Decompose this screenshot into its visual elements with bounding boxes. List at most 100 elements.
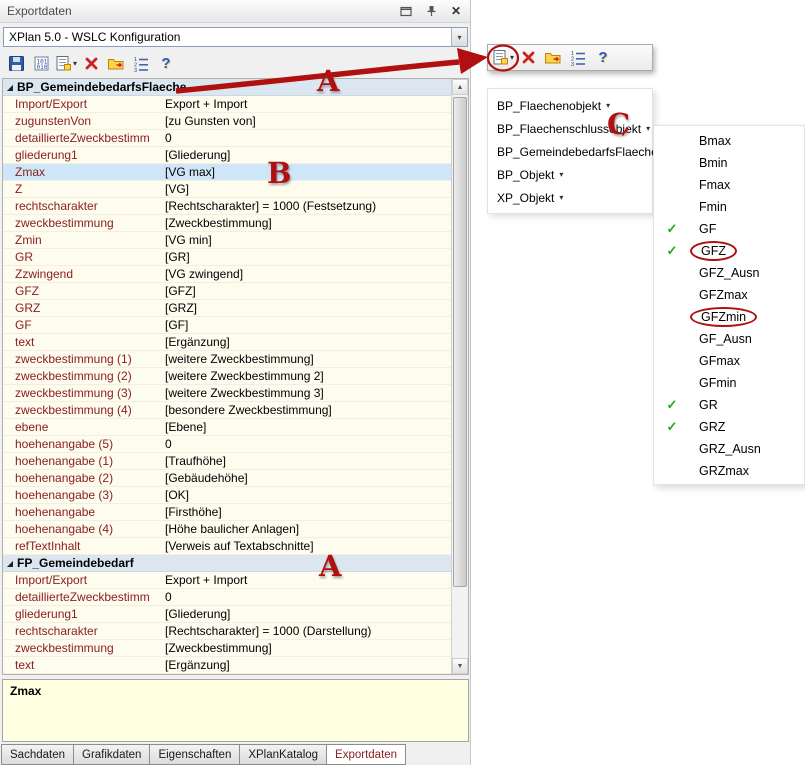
- vertical-scrollbar[interactable]: ▲ ▼: [451, 79, 468, 674]
- attribute-menu-item[interactable]: GFmin: [654, 372, 804, 394]
- grid-row[interactable]: text[Ergänzung]: [3, 657, 451, 674]
- scroll-down-icon[interactable]: ▼: [452, 658, 468, 674]
- grid-row[interactable]: zweckbestimmung (2)[weitere Zweckbestimm…: [3, 368, 451, 385]
- grid-row[interactable]: detaillierteZweckbestimm0: [3, 130, 451, 147]
- grid-row[interactable]: Zmax[VG max]: [3, 164, 451, 181]
- help-button[interactable]: ?: [592, 47, 614, 69]
- grid-row[interactable]: refTextInhalt[Verweis auf Textabschnitte…: [3, 538, 451, 555]
- tab-eigenschaften[interactable]: Eigenschaften: [150, 744, 240, 765]
- chevron-down-icon[interactable]: ▾: [510, 53, 514, 62]
- help-button[interactable]: ?: [155, 53, 177, 75]
- export-data-button[interactable]: 101010: [30, 53, 52, 75]
- grid-row[interactable]: hoehenangabe[Firsthöhe]: [3, 504, 451, 521]
- grid-row[interactable]: GRZ[GRZ]: [3, 300, 451, 317]
- delete-x-icon: [520, 49, 537, 66]
- scrollbar-thumb[interactable]: [453, 97, 467, 587]
- scroll-up-icon[interactable]: ▲: [452, 79, 468, 95]
- grid-row[interactable]: zugunstenVon[zu Gunsten von]: [3, 113, 451, 130]
- grid-row[interactable]: Import/ExportExport + Import: [3, 96, 451, 113]
- grid-row[interactable]: hoehenangabe (3)[OK]: [3, 487, 451, 504]
- grid-row[interactable]: gliederung1[Gliederung]: [3, 147, 451, 164]
- grid-row[interactable]: GR[GR]: [3, 249, 451, 266]
- attribute-menu-item[interactable]: GFZ_Ausn: [654, 262, 804, 284]
- grid-row[interactable]: zweckbestimmung[Zweckbestimmung]: [3, 640, 451, 657]
- attribute-menu-item[interactable]: Bmin: [654, 152, 804, 174]
- attribute-menu-item[interactable]: GF_Ausn: [654, 328, 804, 350]
- tab-xplankatalog[interactable]: XPlanKatalog: [240, 744, 327, 765]
- grid-row[interactable]: hoehenangabe (4)[Höhe baulicher Anlagen]: [3, 521, 451, 538]
- grid-row[interactable]: GFZ[GFZ]: [3, 283, 451, 300]
- object-menu-item[interactable]: BP_Objekt▾: [488, 163, 652, 186]
- object-menu-item[interactable]: BP_Flaechenobjekt▾: [488, 94, 652, 117]
- attribute-label: GFZ_Ausn: [690, 265, 768, 281]
- attribute-label: GF: [690, 221, 725, 237]
- scrollbar-track[interactable]: [452, 95, 468, 658]
- grid-row[interactable]: ebene[Ebene]: [3, 419, 451, 436]
- attribute-menu-item[interactable]: GFmax: [654, 350, 804, 372]
- pin-icon[interactable]: [424, 4, 438, 18]
- attribute-menu-item[interactable]: GRZmax: [654, 460, 804, 482]
- attribute-menu-item[interactable]: ✓GF: [654, 218, 804, 240]
- chevron-down-icon[interactable]: ▾: [73, 59, 77, 68]
- section-header[interactable]: ◢FP_Gemeindebedarf: [3, 555, 451, 572]
- attribute-menu-item[interactable]: GFZmin: [654, 306, 804, 328]
- attribute-menu-item[interactable]: Bmax: [654, 130, 804, 152]
- section-header[interactable]: ◢BP_GemeindebedarfsFlaeche: [3, 79, 451, 96]
- row-value: [GF]: [161, 318, 451, 332]
- configuration-select[interactable]: XPlan 5.0 - WSLC Konfiguration ▾: [3, 27, 468, 47]
- row-value: [OK]: [161, 488, 451, 502]
- grid-row[interactable]: zweckbestimmung (1)[weitere Zweckbestimm…: [3, 351, 451, 368]
- section-expand-icon[interactable]: ◢: [3, 559, 17, 568]
- chevron-down-icon[interactable]: ▾: [451, 28, 467, 46]
- object-menu: BP_Flaechenobjekt▾BP_Flaechenschlussobje…: [487, 88, 653, 214]
- tab-exportdaten[interactable]: Exportdaten: [327, 744, 406, 765]
- grid-row[interactable]: hoehenangabe (5)0: [3, 436, 451, 453]
- delete-button[interactable]: [517, 47, 539, 69]
- attribute-menu-item[interactable]: ✓GR: [654, 394, 804, 416]
- export-folder-button[interactable]: [105, 53, 127, 75]
- svg-text:3: 3: [571, 62, 574, 66]
- tab-sachdaten[interactable]: Sachdaten: [1, 744, 74, 765]
- object-menu-item[interactable]: BP_GemeindebedarfsFlaeche▾: [488, 140, 652, 163]
- grid-row[interactable]: zweckbestimmung (3)[weitere Zweckbestimm…: [3, 385, 451, 402]
- numbered-list-button[interactable]: 123: [567, 47, 589, 69]
- grid-row[interactable]: rechtscharakter[Rechtscharakter] = 1000 …: [3, 198, 451, 215]
- grid-row[interactable]: zweckbestimmung[Zweckbestimmung]: [3, 215, 451, 232]
- float-window-icon[interactable]: [399, 4, 413, 18]
- app-window: Exportdaten ✕ XPlan 5.0 - WSLC Konfigura…: [0, 0, 805, 765]
- row-value: [Verweis auf Textabschnitte]: [161, 539, 451, 553]
- profile-button[interactable]: ▾: [55, 53, 77, 75]
- attribute-menu-item[interactable]: ✓GFZ: [654, 240, 804, 262]
- grid-row[interactable]: GF[GF]: [3, 317, 451, 334]
- grid-row[interactable]: zweckbestimmung (4)[besondere Zweckbesti…: [3, 402, 451, 419]
- object-menu-item[interactable]: XP_Objekt▾: [488, 186, 652, 209]
- grid-row[interactable]: Import/ExportExport + Import: [3, 572, 451, 589]
- tab-label: Exportdaten: [335, 749, 397, 761]
- grid-row[interactable]: gliederung1[Gliederung]: [3, 606, 451, 623]
- tab-grafikdaten[interactable]: Grafikdaten: [74, 744, 150, 765]
- section-expand-icon[interactable]: ◢: [3, 83, 17, 92]
- grid-row[interactable]: Zmin[VG min]: [3, 232, 451, 249]
- profile-button[interactable]: ▾: [492, 47, 514, 69]
- property-grid: ◢BP_GemeindebedarfsFlaecheImport/ExportE…: [3, 79, 451, 674]
- grid-row[interactable]: Zzwingend[VG zwingend]: [3, 266, 451, 283]
- attribute-menu-item[interactable]: GFZmax: [654, 284, 804, 306]
- grid-row[interactable]: hoehenangabe (2)[Gebäudehöhe]: [3, 470, 451, 487]
- attribute-menu-item[interactable]: Fmin: [654, 196, 804, 218]
- grid-row[interactable]: rechtscharakter[Rechtscharakter] = 1000 …: [3, 623, 451, 640]
- delete-button[interactable]: [80, 53, 102, 75]
- export-folder-button[interactable]: [542, 47, 564, 69]
- object-menu-item[interactable]: BP_Flaechenschlussobjekt▾: [488, 117, 652, 140]
- attribute-menu-item[interactable]: ✓GRZ: [654, 416, 804, 438]
- panel-title: Exportdaten: [7, 4, 72, 18]
- close-icon[interactable]: ✕: [449, 4, 463, 18]
- numbered-list-button[interactable]: 123: [130, 53, 152, 75]
- grid-row[interactable]: text[Ergänzung]: [3, 334, 451, 351]
- attribute-menu-item[interactable]: Fmax: [654, 174, 804, 196]
- attribute-menu-item[interactable]: GRZ_Ausn: [654, 438, 804, 460]
- grid-row[interactable]: detaillierteZweckbestimm0: [3, 589, 451, 606]
- grid-row[interactable]: Z[VG]: [3, 181, 451, 198]
- save-button[interactable]: [5, 53, 27, 75]
- row-key: hoehenangabe: [3, 505, 161, 519]
- grid-row[interactable]: hoehenangabe (1)[Traufhöhe]: [3, 453, 451, 470]
